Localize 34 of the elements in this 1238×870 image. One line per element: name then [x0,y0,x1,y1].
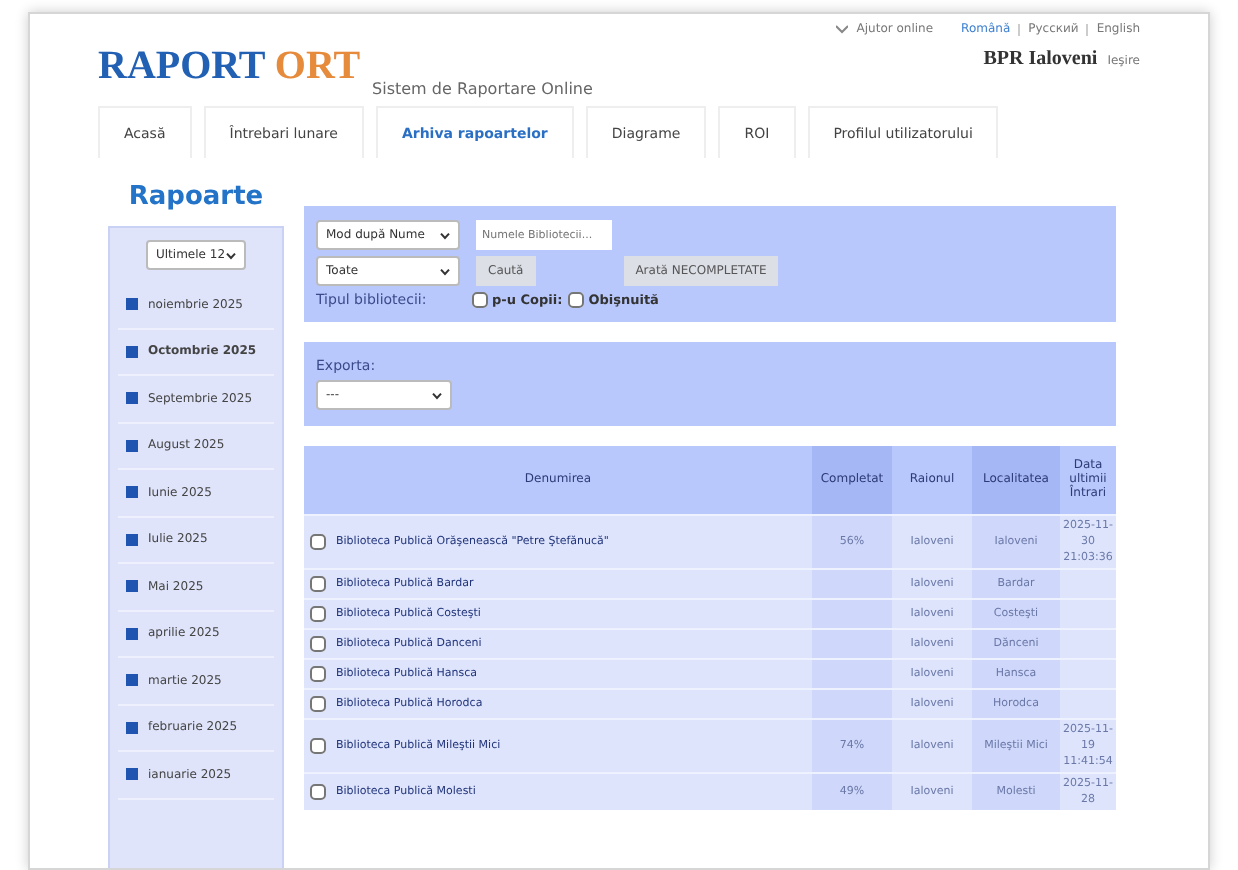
bullet-icon [126,392,138,405]
row-checkbox[interactable] [310,783,326,799]
row-checkbox[interactable] [310,605,326,621]
caret-icon [440,231,450,239]
logo[interactable]: RAPORT ORT [98,44,361,106]
row-checkbox[interactable] [310,695,326,711]
bullet-icon [126,627,138,640]
row-checkbox[interactable] [310,533,326,549]
row-checkbox[interactable] [310,737,326,753]
row-checkbox[interactable] [310,575,326,591]
user-name: BPR Ialoveni [983,48,1098,70]
bullet-icon [126,674,138,687]
bullet-icon [126,580,138,593]
checkbox[interactable] [568,292,585,308]
date-cell [1060,598,1116,628]
row-checkbox[interactable] [310,635,326,651]
checkbox[interactable] [472,292,488,308]
bullet-icon [126,768,138,781]
date-cell [1060,688,1116,718]
site-subtitle: Sistem de Raportare Online [372,80,593,102]
date-cell [1060,628,1116,658]
bullet-icon [126,533,138,546]
row-checkbox[interactable] [310,665,326,681]
caret-icon [440,267,450,275]
bullet-icon [126,439,138,452]
bullet-icon [126,486,138,499]
caret-icon [226,251,236,259]
bullet-icon [126,721,138,734]
date-cell [1060,568,1116,598]
caret-icon [432,391,442,399]
bullet-icon [126,298,138,311]
sidebar-title: Rapoarte [126,180,266,216]
bullet-icon [126,345,138,358]
date-cell [1060,658,1116,688]
